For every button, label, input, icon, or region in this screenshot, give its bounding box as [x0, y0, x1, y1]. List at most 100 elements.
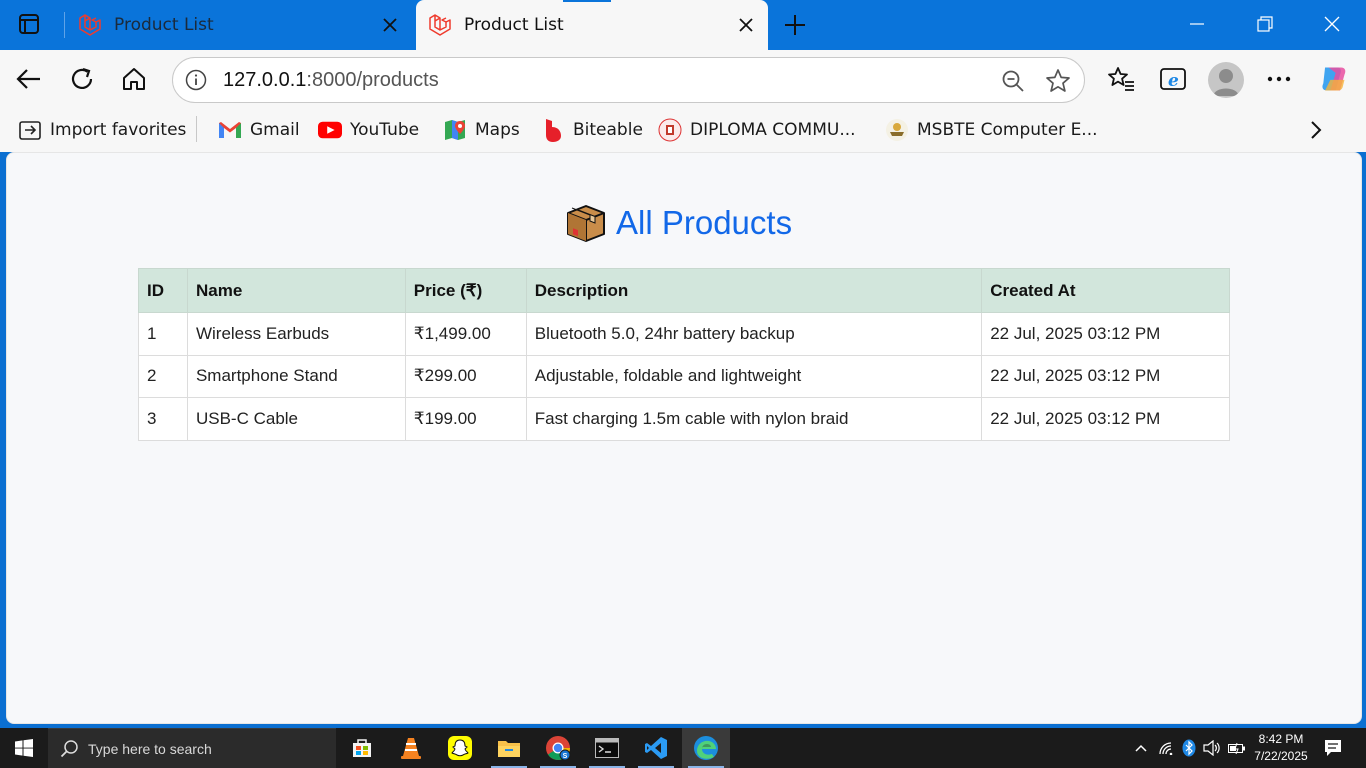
- browser-titlebar: Product List Product List: [0, 0, 1366, 50]
- favorite-label: DIPLOMA COMMU...: [690, 120, 856, 140]
- address-bar[interactable]: 127.0.0.1:8000/products: [172, 57, 1085, 103]
- favorite-gmail[interactable]: Gmail: [218, 116, 300, 144]
- url-text[interactable]: 127.0.0.1:8000/products: [223, 69, 439, 92]
- cell-name: USB-C Cable: [186, 397, 406, 441]
- favorite-label: Biteable: [573, 120, 643, 140]
- svg-text:e: e: [1168, 71, 1179, 91]
- notifications-icon[interactable]: [1318, 728, 1348, 768]
- windows-taskbar: Type here to search S 8:42 PM 7/22/2025: [0, 728, 1366, 768]
- package-icon: [567, 205, 605, 242]
- favorite-label: YouTube: [350, 120, 420, 140]
- laravel-icon: [429, 14, 451, 36]
- favorite-youtube[interactable]: YouTube: [318, 116, 419, 144]
- tab-actions-icon[interactable]: [14, 11, 44, 37]
- favorite-label: Import favorites: [50, 120, 187, 140]
- copilot-icon[interactable]: [1318, 64, 1348, 94]
- browser-toolbar: 127.0.0.1:8000/products e: [0, 50, 1366, 108]
- cell-name: Wireless Earbuds: [186, 312, 406, 356]
- favorites-list-icon[interactable]: [1106, 64, 1136, 94]
- chevron-right-icon[interactable]: [1302, 116, 1330, 144]
- column-header-description: Description: [525, 268, 983, 313]
- search-placeholder: Type here to search: [88, 740, 212, 757]
- table-row: 1 Wireless Earbuds ₹1,499.00 Bluetooth 5…: [138, 312, 1230, 356]
- taskbar-search-box[interactable]: Type here to search: [48, 728, 336, 768]
- clock-date: 7/22/2025: [1254, 749, 1308, 763]
- favorite-biteable[interactable]: Biteable: [541, 116, 643, 144]
- search-icon: [60, 739, 78, 757]
- bluetooth-icon[interactable]: [1180, 728, 1198, 768]
- refresh-icon[interactable]: [67, 64, 97, 94]
- clock-time: 8:42 PM: [1258, 732, 1304, 746]
- cell-created-at: 22 Jul, 2025 03:12 PM: [981, 354, 1230, 398]
- favorite-label: Gmail: [250, 120, 300, 140]
- edge-icon[interactable]: [682, 728, 730, 768]
- laravel-icon: [79, 14, 101, 36]
- products-table: ID Name Price (₹) Description Created At…: [138, 268, 1230, 441]
- cell-created-at: 22 Jul, 2025 03:12 PM: [981, 397, 1230, 441]
- favorite-import-favorites[interactable]: Import favorites: [18, 116, 186, 144]
- cell-id: 1: [138, 312, 188, 356]
- more-options-icon[interactable]: [1264, 64, 1294, 94]
- vlc-icon[interactable]: [387, 728, 435, 768]
- terminal-icon[interactable]: [583, 728, 631, 768]
- tab-product-list-1[interactable]: Product List: [66, 0, 412, 50]
- table-header-row: ID Name Price (₹) Description Created At: [138, 268, 1230, 313]
- new-tab-icon[interactable]: [780, 10, 810, 40]
- chrome-icon[interactable]: S: [534, 728, 582, 768]
- vscode-icon[interactable]: [632, 728, 680, 768]
- minimize-icon[interactable]: [1163, 0, 1231, 48]
- close-tab-icon[interactable]: [378, 13, 402, 37]
- file-explorer-icon[interactable]: [485, 728, 533, 768]
- page-title: All Products: [616, 204, 793, 241]
- snapchat-icon[interactable]: [436, 728, 484, 768]
- cell-price: ₹299.00: [404, 354, 527, 398]
- collections-ie-mode-icon[interactable]: e: [1158, 64, 1188, 94]
- tab-title: Product List: [464, 15, 564, 35]
- favorites-bar: Import favorites Gmail YouTube Maps Bite…: [0, 108, 1366, 152]
- microsoft-store-icon[interactable]: [338, 728, 386, 768]
- cell-created-at: 22 Jul, 2025 03:12 PM: [981, 312, 1230, 356]
- cell-description: Adjustable, foldable and lightweight: [525, 354, 983, 398]
- column-header-id: ID: [138, 268, 188, 313]
- biteable-icon: [541, 118, 565, 142]
- tab-title: Product List: [114, 15, 214, 35]
- msbte-site-icon: [885, 118, 909, 142]
- profile-avatar[interactable]: [1208, 62, 1244, 98]
- svg-text:S: S: [563, 753, 568, 760]
- zoom-out-icon[interactable]: [999, 67, 1027, 95]
- column-header-created-at: Created At: [981, 268, 1230, 313]
- wifi-icon[interactable]: [1156, 728, 1178, 768]
- diploma-site-icon: [658, 118, 682, 142]
- restore-icon[interactable]: [1231, 0, 1299, 48]
- column-header-name: Name: [186, 268, 406, 313]
- table-row: 3 USB-C Cable ₹199.00 Fast charging 1.5m…: [138, 397, 1230, 441]
- page-heading: All Products: [564, 200, 792, 246]
- volume-icon[interactable]: [1201, 728, 1223, 768]
- battery-icon[interactable]: [1226, 728, 1248, 768]
- favorite-diploma[interactable]: DIPLOMA COMMU...: [658, 116, 856, 144]
- tab-product-list-2[interactable]: Product List: [416, 0, 768, 50]
- url-path: :8000/products: [306, 69, 439, 91]
- maps-icon: [443, 118, 467, 142]
- cell-price: ₹1,499.00: [404, 312, 527, 356]
- tab-separator: [64, 12, 65, 38]
- favorite-msbte[interactable]: MSBTE Computer E...: [885, 116, 1098, 144]
- cell-id: 3: [138, 397, 188, 441]
- close-tab-icon[interactable]: [734, 13, 758, 37]
- home-icon[interactable]: [119, 64, 149, 94]
- taskbar-clock[interactable]: 8:42 PM 7/22/2025: [1250, 731, 1312, 765]
- cell-description: Bluetooth 5.0, 24hr battery backup: [525, 312, 983, 356]
- close-window-icon[interactable]: [1298, 0, 1366, 48]
- back-arrow-icon[interactable]: [14, 64, 44, 94]
- table-row: 2 Smartphone Stand ₹299.00 Adjustable, f…: [138, 354, 1230, 398]
- windows-start-icon[interactable]: [0, 728, 48, 768]
- favorite-label: Maps: [475, 120, 520, 140]
- chevron-up-icon[interactable]: [1130, 728, 1152, 768]
- active-tab-indicator: [563, 0, 611, 2]
- gmail-icon: [218, 118, 242, 142]
- favorite-maps[interactable]: Maps: [443, 116, 520, 144]
- site-info-icon[interactable]: [183, 67, 209, 93]
- cell-price: ₹199.00: [404, 397, 527, 441]
- column-header-price: Price (₹): [404, 268, 527, 313]
- add-favorite-star-icon[interactable]: [1044, 67, 1072, 95]
